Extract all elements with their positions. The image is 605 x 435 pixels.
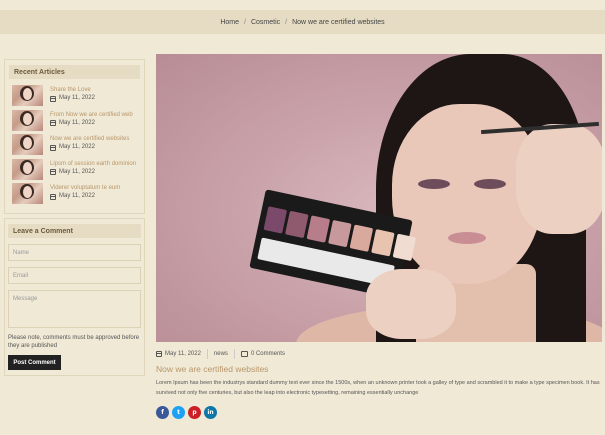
calendar-icon: [50, 120, 56, 126]
article-date: May 11, 2022: [50, 168, 136, 177]
post-title[interactable]: Now we are certified websites: [156, 364, 268, 374]
article-date: May 11, 2022: [50, 94, 95, 103]
recent-articles-widget: Recent Articles Share the Love May 11, 2…: [4, 59, 145, 214]
article-date-text: May 11, 2022: [59, 144, 95, 150]
article-thumbnail[interactable]: [12, 109, 43, 131]
post-comments-count[interactable]: 0 Comments: [251, 351, 285, 357]
sidebar: Recent Articles Share the Love May 11, 2…: [4, 59, 145, 214]
list-item[interactable]: Lipsm of session earth dominion May 11, …: [9, 158, 140, 184]
image-hand: [516, 124, 602, 234]
breadcrumb-separator: /: [244, 18, 246, 26]
comment-icon: [240, 351, 248, 357]
twitter-icon[interactable]: t: [172, 406, 185, 419]
message-field[interactable]: Message: [8, 290, 141, 328]
post-excerpt: Lorem Ipsum has been the industrys stand…: [156, 380, 600, 396]
article-date-text: May 11, 2022: [59, 119, 95, 126]
article-date-text: May 11, 2022: [59, 193, 95, 199]
article-title[interactable]: Viderer voluptatum te eum: [50, 184, 120, 192]
featured-image: [156, 54, 602, 342]
calendar-icon: [50, 193, 56, 200]
article-thumbnail[interactable]: [12, 134, 43, 155]
calendar-icon: [50, 169, 56, 175]
breadcrumb-current: Now we are certified websites: [292, 18, 385, 26]
breadcrumb: Home / Cosmetic / Now we are certified w…: [0, 10, 605, 34]
post-date: May 11, 2022: [165, 351, 201, 357]
article-thumbnail[interactable]: [12, 183, 43, 204]
post-tag[interactable]: news: [214, 351, 228, 357]
palette-well: [306, 215, 331, 243]
list-item[interactable]: Now we are certified websites May 11, 20…: [9, 134, 140, 159]
article-date: May 11, 2022: [50, 192, 120, 201]
breadcrumb-separator: /: [285, 18, 288, 26]
linkedin-icon[interactable]: in: [204, 406, 217, 419]
palette-well: [328, 219, 352, 248]
recent-articles-list: Share the Love May 11, 2022 From Now we …: [9, 85, 140, 208]
name-field[interactable]: Name: [8, 244, 141, 261]
palette-well: [263, 206, 288, 234]
email-field[interactable]: Email: [8, 267, 141, 284]
article-date: May 11, 2022: [50, 119, 133, 128]
palette-well: [349, 224, 374, 252]
list-item[interactable]: From Now we are certified web May 11, 20…: [9, 109, 140, 135]
breadcrumb-cosmetic[interactable]: Cosmetic: [251, 19, 280, 26]
post-meta: May 11, 2022 news 0 Comments: [156, 349, 285, 359]
article-thumbnail[interactable]: [12, 85, 43, 106]
list-item[interactable]: Share the Love May 11, 2022: [9, 85, 140, 110]
leave-comment-widget: Leave a Comment Name Email Message Pleas…: [4, 218, 145, 376]
article-date-text: May 11, 2022: [59, 168, 95, 175]
leave-comment-title: Leave a Comment: [8, 224, 141, 238]
image-lips: [448, 232, 486, 244]
post-comment-button[interactable]: Post Comment: [8, 355, 61, 370]
article-title[interactable]: Share the Love: [50, 86, 95, 94]
article-title[interactable]: Lipsm of session earth dominion: [50, 160, 136, 168]
palette-well: [285, 210, 309, 239]
list-item[interactable]: Viderer voluptatum te eum May 11, 2022: [9, 183, 140, 208]
article-thumbnail[interactable]: [12, 158, 43, 180]
image-eye: [418, 179, 450, 189]
article-date: May 11, 2022: [50, 143, 129, 152]
palette-well: [371, 229, 395, 257]
calendar-icon: [50, 95, 56, 102]
image-hand: [366, 269, 456, 339]
calendar-icon: [50, 144, 56, 151]
pinterest-icon[interactable]: p: [188, 406, 201, 419]
image-eye: [474, 179, 506, 189]
divider: [206, 349, 208, 359]
social-share: f t p in: [156, 406, 217, 419]
divider: [233, 349, 235, 359]
recent-articles-title: Recent Articles: [9, 65, 140, 79]
calendar-icon: [156, 351, 162, 357]
breadcrumb-home[interactable]: Home: [220, 19, 239, 26]
article-date-text: May 11, 2022: [59, 95, 95, 101]
article-title[interactable]: Now we are certified websites: [50, 135, 129, 143]
approval-note: Please note, comments must be approved b…: [8, 335, 140, 349]
facebook-icon[interactable]: f: [156, 406, 169, 419]
article-title[interactable]: From Now we are certified web: [50, 111, 133, 119]
